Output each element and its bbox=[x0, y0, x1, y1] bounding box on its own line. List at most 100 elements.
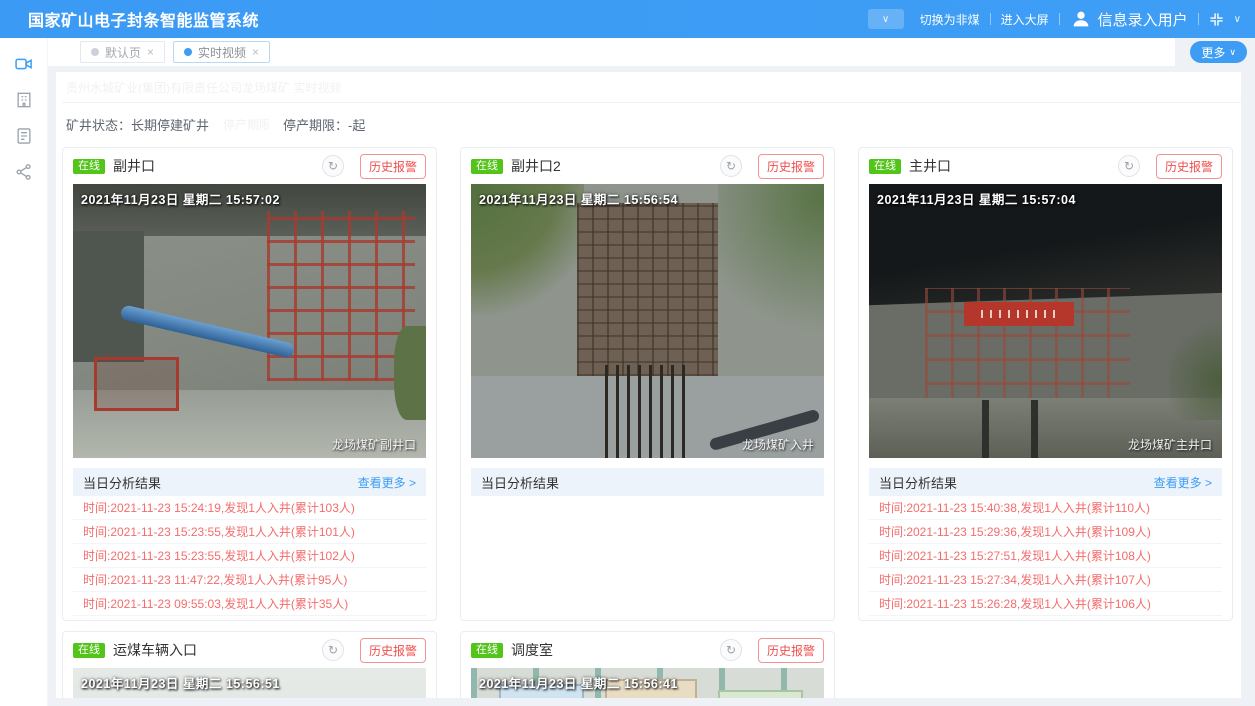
history-alarm-button[interactable]: 历史报警 bbox=[360, 154, 426, 179]
tab-bar: 默认页 × 实时视频 × 更多 ∨ bbox=[48, 38, 1255, 66]
video-timestamp: 2021年11月23日 星期二 15:56:41 bbox=[479, 673, 678, 692]
close-icon[interactable]: × bbox=[252, 45, 259, 59]
scene-shape bbox=[394, 326, 426, 419]
video-watermark: 龙场煤矿入井 bbox=[742, 436, 814, 453]
alarm-row: 时间:2021-11-23 15:24:19,发现1人入井(累计103人) bbox=[73, 496, 426, 520]
tab-label: 实时视频 bbox=[198, 44, 246, 61]
video-feed[interactable]: 2021年11月23日 星期二 15:57:02 龙场煤矿副井口 bbox=[73, 184, 426, 458]
alarm-row: 时间:2021-11-23 15:26:28,发现1人入井(累计106人) bbox=[869, 592, 1222, 616]
faint-watermark-text: 贵州水城矿业(集团)有限责任公司龙场煤矿 实时视频 bbox=[66, 79, 341, 96]
refresh-icon: ↻ bbox=[726, 159, 736, 173]
camera-card-auxiliary-shaft-2: 在线 副井口2 ↻ 历史报警 2021年11月23日 星期二 15:56:54 … bbox=[460, 147, 835, 621]
app-header: 国家矿山电子封条智能监管系统 ∨ 切换为非煤 进入大屏 信息录入用户 ∨ bbox=[0, 0, 1255, 38]
history-alarm-button[interactable]: 历史报警 bbox=[360, 638, 426, 663]
alarm-row: 时间:2021-11-23 11:47:22,发现1人入井(累计95人) bbox=[73, 568, 426, 592]
halt-period-label: 停产期限：-起 bbox=[283, 115, 365, 134]
analysis-header: 当日分析结果 bbox=[471, 468, 824, 496]
camera-card-auxiliary-shaft: 在线 副井口 ↻ 历史报警 2021年11月23日 星期二 15:57:02 龙… bbox=[62, 147, 437, 621]
view-more-link[interactable]: 查看更多 > bbox=[358, 474, 416, 491]
scene-shape bbox=[73, 231, 144, 363]
header-mini-select[interactable]: ∨ bbox=[868, 9, 904, 29]
video-feed[interactable]: 2021年11月23日 星期二 15:56:54 龙场煤矿入井 bbox=[471, 184, 824, 458]
chevron-down-icon[interactable]: ∨ bbox=[1234, 14, 1241, 25]
user-avatar-icon bbox=[1070, 8, 1092, 30]
status-badge: 在线 bbox=[471, 159, 503, 174]
video-timestamp: 2021年11月23日 星期二 15:56:54 bbox=[479, 189, 678, 208]
switch-mode-link[interactable]: 切换为非煤 bbox=[920, 11, 980, 28]
analysis-title: 当日分析结果 bbox=[481, 473, 559, 492]
camera-card-main-shaft: 在线 主井口 ↻ 历史报警 2021年11月23日 星期二 15:57:04 龙… bbox=[858, 147, 1233, 621]
close-icon[interactable]: × bbox=[147, 45, 154, 59]
scene-shape bbox=[964, 302, 1073, 327]
scene-shape bbox=[1169, 321, 1222, 420]
video-feed[interactable]: 2021年11月23日 星期二 15:57:04 龙场煤矿主井口 bbox=[869, 184, 1222, 458]
mine-status-label: 矿井状态：长期停建矿井 bbox=[66, 115, 209, 134]
sidebar-item-live-video[interactable] bbox=[14, 54, 34, 74]
status-badge: 在线 bbox=[73, 643, 105, 658]
history-alarm-button[interactable]: 历史报警 bbox=[1156, 154, 1222, 179]
refresh-button[interactable]: ↻ bbox=[720, 155, 742, 177]
camera-title: 调度室 bbox=[511, 640, 712, 660]
scene-shape bbox=[605, 365, 690, 458]
camera-card-dispatch-room: 在线 调度室 ↻ 历史报警 2021年11月23日 星期二 15:56:41 bbox=[460, 631, 835, 698]
card-header: 在线 副井口 ↻ 历史报警 bbox=[63, 148, 436, 184]
video-timestamp: 2021年11月23日 星期二 15:57:04 bbox=[877, 189, 1076, 208]
chevron-down-icon: ∨ bbox=[1229, 47, 1236, 58]
refresh-button[interactable]: ↻ bbox=[720, 639, 742, 661]
refresh-icon: ↻ bbox=[726, 643, 736, 657]
analysis-header: 当日分析结果 查看更多 > bbox=[869, 468, 1222, 496]
camera-title: 运煤车辆入口 bbox=[113, 640, 314, 660]
history-alarm-button[interactable]: 历史报警 bbox=[758, 154, 824, 179]
refresh-icon: ↻ bbox=[328, 643, 338, 657]
tab-live-video[interactable]: 实时视频 × bbox=[173, 41, 270, 63]
video-watermark: 龙场煤矿主井口 bbox=[1128, 436, 1212, 453]
tab-dot-icon bbox=[91, 48, 99, 56]
header-divider bbox=[1198, 13, 1199, 25]
refresh-button[interactable]: ↻ bbox=[322, 639, 344, 661]
alarm-row: 时间:2021-11-23 15:23:55,发现1人入井(累计102人) bbox=[73, 544, 426, 568]
sidebar-item-share[interactable] bbox=[14, 162, 34, 182]
camera-title: 主井口 bbox=[909, 156, 1110, 176]
alarm-row: 时间:2021-11-23 15:27:34,发现1人入井(累计107人) bbox=[869, 568, 1222, 592]
analysis-title: 当日分析结果 bbox=[879, 473, 957, 492]
refresh-icon: ↻ bbox=[1124, 159, 1134, 173]
camera-card-coal-vehicle-entrance: 在线 运煤车辆入口 ↻ 历史报警 2021年11月23日 星期二 15:56:5… bbox=[62, 631, 437, 698]
video-timestamp: 2021年11月23日 星期二 15:57:02 bbox=[81, 189, 280, 208]
status-badge: 在线 bbox=[471, 643, 503, 658]
tab-list: 默认页 × 实时视频 × bbox=[48, 38, 1175, 66]
refresh-button[interactable]: ↻ bbox=[1118, 155, 1140, 177]
mine-status-bar: 矿井状态：长期停建矿井 停产期限 停产期限：-起 bbox=[62, 103, 1241, 134]
view-more-link[interactable]: 查看更多 > bbox=[1154, 474, 1212, 491]
history-alarm-button[interactable]: 历史报警 bbox=[758, 638, 824, 663]
alarm-row: 时间:2021-11-23 15:23:55,发现1人入井(累计101人) bbox=[73, 520, 426, 544]
app-title: 国家矿山电子封条智能监管系统 bbox=[28, 7, 259, 31]
video-feed[interactable]: 2021年11月23日 星期二 15:56:51 bbox=[73, 668, 426, 698]
analysis-header: 当日分析结果 查看更多 > bbox=[73, 468, 426, 496]
video-feed[interactable]: 2021年11月23日 星期二 15:56:41 bbox=[471, 668, 824, 698]
refresh-icon: ↻ bbox=[328, 159, 338, 173]
scene-shape bbox=[718, 690, 803, 698]
alarm-row: 时间:2021-11-23 09:55:03,发现1人入井(累计35人) bbox=[73, 592, 426, 616]
tab-default-page[interactable]: 默认页 × bbox=[80, 41, 165, 63]
exit-fullscreen-icon[interactable] bbox=[1209, 12, 1224, 27]
main-panel: 贵州水城矿业(集团)有限责任公司龙场煤矿 实时视频 矿井状态：长期停建矿井 停产… bbox=[56, 72, 1241, 698]
filter-bar: 贵州水城矿业(集团)有限责任公司龙场煤矿 实时视频 bbox=[62, 72, 1241, 103]
refresh-button[interactable]: ↻ bbox=[322, 155, 344, 177]
user-name: 信息录入用户 bbox=[1098, 9, 1188, 30]
header-divider bbox=[990, 13, 991, 25]
scene-shape bbox=[718, 184, 824, 354]
alarm-list: 时间:2021-11-23 15:24:19,发现1人入井(累计103人) 时间… bbox=[73, 496, 426, 616]
sidebar-item-report[interactable] bbox=[14, 126, 34, 146]
alarm-row: 时间:2021-11-23 15:40:38,发现1人入井(累计110人) bbox=[869, 496, 1222, 520]
user-menu[interactable]: 信息录入用户 bbox=[1070, 8, 1188, 30]
more-button[interactable]: 更多 ∨ bbox=[1190, 41, 1247, 63]
tab-dot-icon bbox=[184, 48, 192, 56]
card-header: 在线 调度室 ↻ 历史报警 bbox=[461, 632, 834, 668]
big-screen-link[interactable]: 进入大屏 bbox=[1001, 11, 1049, 28]
camera-title: 副井口 bbox=[113, 156, 314, 176]
status-badge: 在线 bbox=[73, 159, 105, 174]
card-header: 在线 运煤车辆入口 ↻ 历史报警 bbox=[63, 632, 436, 668]
camera-title: 副井口2 bbox=[511, 156, 712, 176]
sidebar-item-mine-info[interactable] bbox=[14, 90, 34, 110]
card-header: 在线 主井口 ↻ 历史报警 bbox=[859, 148, 1232, 184]
